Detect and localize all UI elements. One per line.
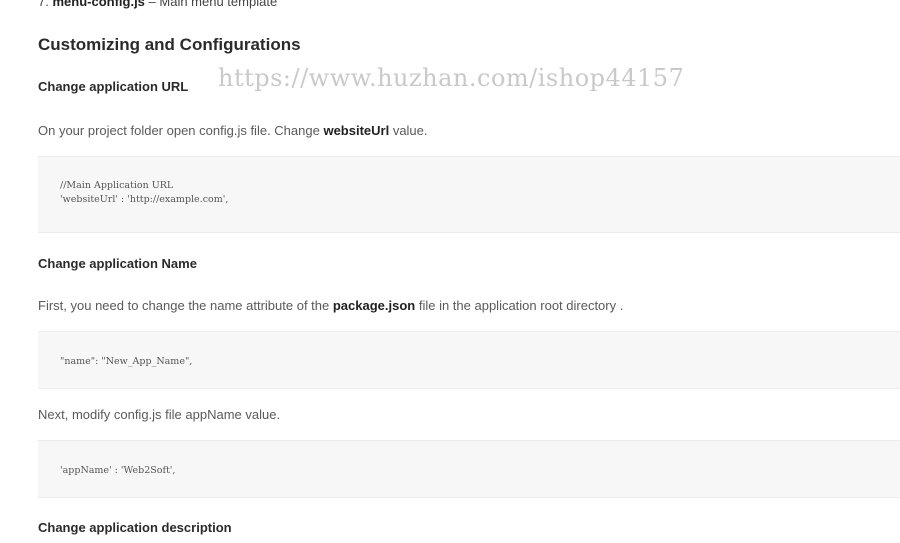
code-line: 'appName' : 'Web2Soft', (60, 465, 176, 476)
description-section-title: Change application description (38, 520, 232, 535)
appname-code-block: 'appName' : 'Web2Soft', (38, 440, 900, 498)
url-code-block: //Main Application URL 'websiteUrl' : 'h… (38, 156, 900, 233)
list-filename: menu-config.js (52, 0, 145, 9)
url-intro-text-end: value. (389, 123, 428, 138)
url-intro-text: On your project folder open config.js fi… (38, 123, 324, 138)
code-line: 'websiteUrl' : 'http://example.com', (60, 194, 229, 205)
url-intro-bold: websiteUrl (323, 123, 390, 138)
code-line: "name": "New_App_Name", (60, 356, 193, 367)
name-intro-text-end: file in the application root directory . (415, 298, 624, 313)
name-intro-text: First, you need to change the name attri… (38, 298, 333, 313)
code-line: //Main Application URL (60, 180, 174, 191)
name-intro-bold: package.json (332, 298, 416, 313)
list-number: 7. (38, 0, 49, 9)
name-code-block: "name": "New_App_Name", (38, 331, 900, 389)
next-paragraph: Next, modify config.js file appName valu… (38, 407, 281, 422)
list-description: – Main menu template (148, 0, 278, 9)
section-title: Customizing and Configurations (38, 35, 301, 54)
url-intro-paragraph: On your project folder open config.js fi… (38, 123, 428, 138)
url-section-title: Change application URL (38, 79, 189, 94)
name-intro-paragraph: First, you need to change the name attri… (38, 298, 623, 313)
name-section-title: Change application Name (38, 256, 197, 271)
watermark: https://www.huzhan.com/ishop44157 (218, 64, 685, 92)
list-item-menu-config: 7. menu-config.js – Main menu template (38, 0, 277, 9)
